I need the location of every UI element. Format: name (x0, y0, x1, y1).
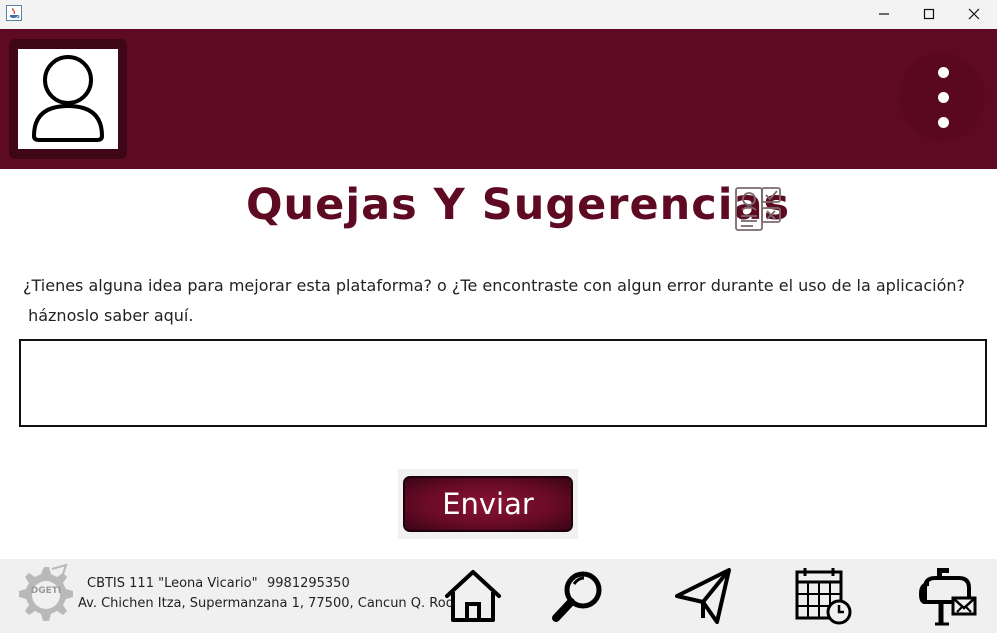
school-phone: 9981295350 (267, 576, 350, 591)
close-button[interactable] (951, 0, 997, 29)
dgeti-logo: DGETI (12, 561, 76, 631)
logo-text: DGETI (31, 586, 62, 596)
minimize-icon (878, 5, 890, 24)
mailbox-icon (917, 566, 977, 630)
user-icon (28, 50, 108, 148)
avatar (18, 49, 118, 149)
send-button-container: Enviar (398, 469, 578, 539)
send-button[interactable]: Enviar (403, 476, 573, 532)
nav-home-button[interactable] (442, 567, 504, 629)
feedback-prompt: ¿Tienes alguna idea para mejorar esta pl… (23, 271, 983, 331)
menu-dot (938, 92, 949, 103)
search-icon (550, 568, 606, 628)
nav-mailbox-button[interactable] (916, 567, 978, 629)
nav-send-button[interactable] (672, 567, 734, 629)
java-app-icon (6, 5, 22, 21)
maximize-icon (923, 5, 935, 24)
profile-avatar-button[interactable] (9, 39, 127, 159)
minimize-button[interactable] (861, 0, 907, 29)
close-icon (968, 5, 980, 24)
app-footer: DGETI CBTIS 111 "Leona Vicario" 99812953… (0, 559, 997, 633)
feedback-text-input[interactable] (19, 339, 987, 427)
send-icon (673, 566, 733, 630)
feedback-form-icon (733, 184, 783, 234)
prompt-line-1: ¿Tienes alguna idea para mejorar esta pl… (23, 276, 965, 295)
app-header (0, 29, 997, 169)
more-options-button[interactable] (899, 53, 985, 141)
window-titlebar (0, 0, 997, 29)
menu-dot (938, 117, 949, 128)
prompt-line-2: háznoslo saber aquí. (23, 306, 194, 325)
nav-calendar-button[interactable] (792, 567, 854, 629)
menu-dot (938, 67, 949, 78)
school-name: CBTIS 111 "Leona Vicario" (87, 576, 258, 591)
maximize-button[interactable] (906, 0, 952, 29)
page-title: Quejas Y Sugerencias (246, 180, 791, 230)
home-icon (443, 568, 503, 628)
school-address: Av. Chichen Itza, Supermanzana 1, 77500,… (78, 596, 454, 611)
calendar-icon (793, 566, 853, 630)
nav-search-button[interactable] (547, 567, 609, 629)
